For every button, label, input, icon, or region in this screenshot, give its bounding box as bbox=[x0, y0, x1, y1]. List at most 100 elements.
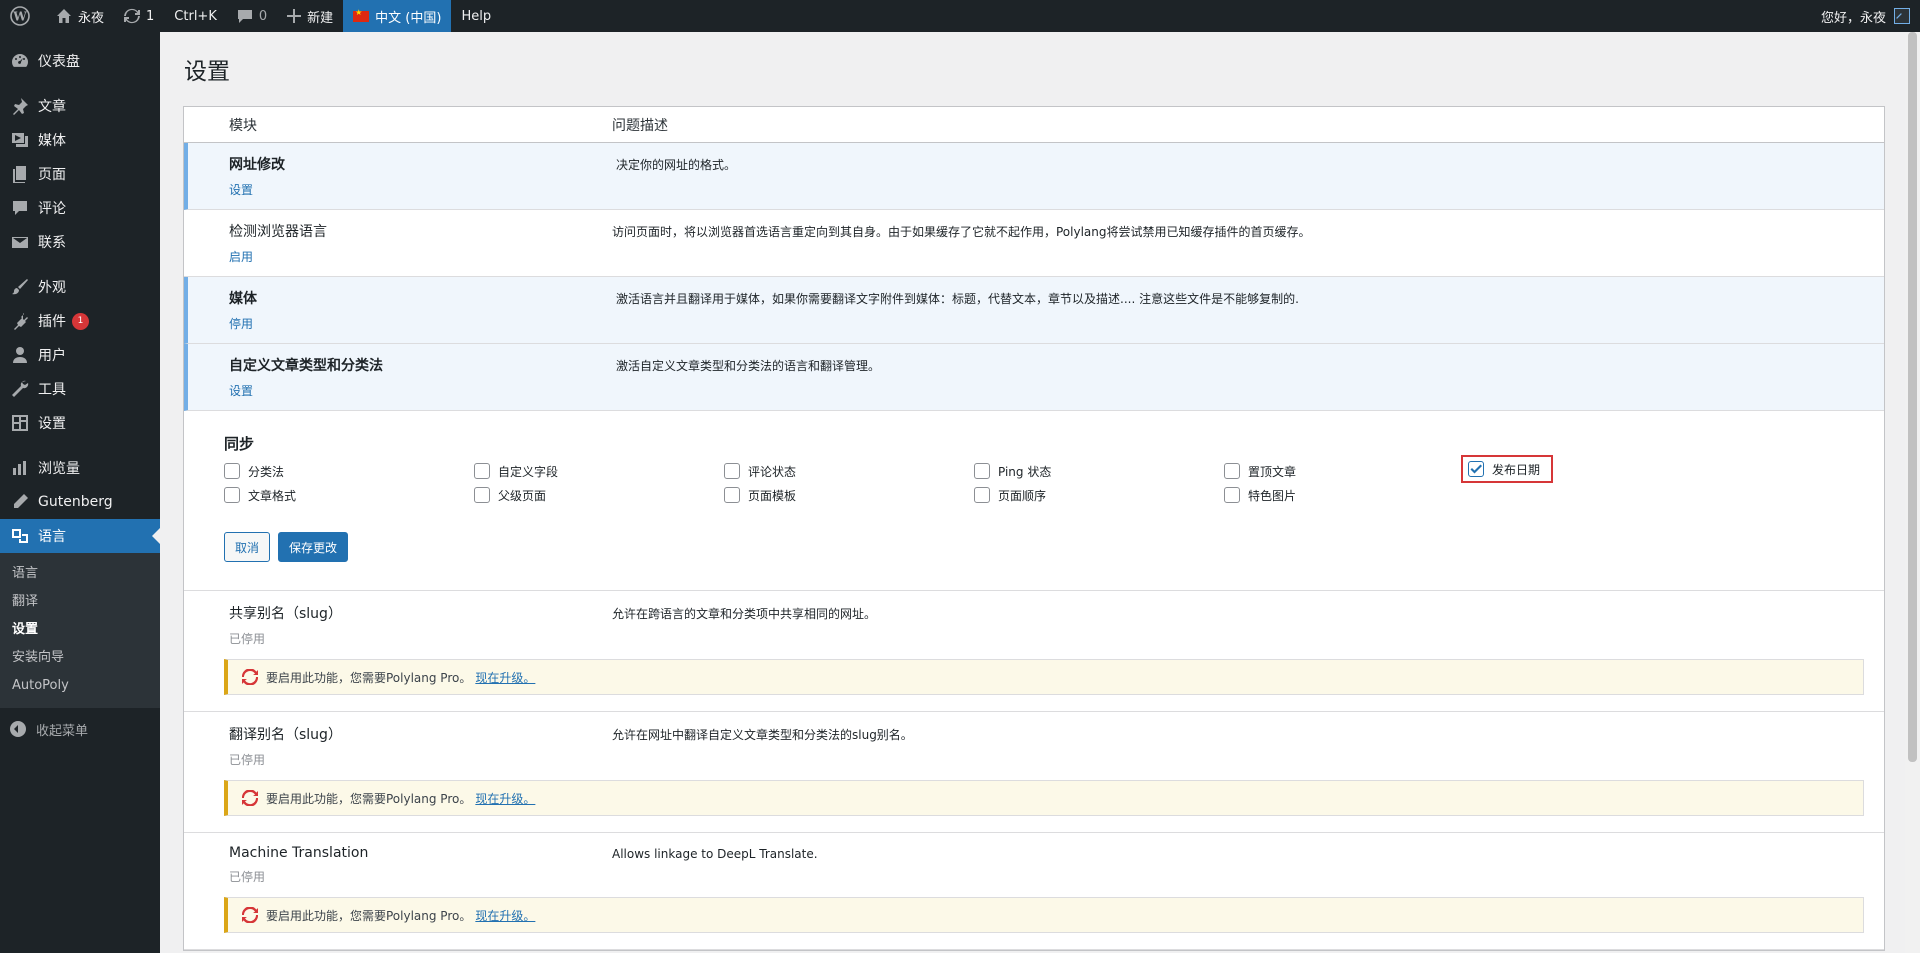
sidebar-item-users[interactable]: 用户 bbox=[0, 338, 160, 372]
module-name: 翻译别名（slug） bbox=[229, 727, 342, 743]
comments-link[interactable]: 0 bbox=[227, 0, 277, 32]
sidebar-item-label: 媒体 bbox=[38, 133, 66, 149]
sidebar-item-posts[interactable]: 文章 bbox=[0, 89, 160, 123]
sync-option-featured-image[interactable]: 特色图片 bbox=[1224, 486, 1468, 504]
greeting: 您好，永夜 bbox=[1820, 10, 1886, 26]
module-deactivate-link[interactable]: 停用 bbox=[229, 315, 616, 332]
sidebar-item-media[interactable]: 媒体 bbox=[0, 123, 160, 157]
checkbox[interactable] bbox=[974, 463, 990, 479]
collapse-menu-button[interactable]: 收起菜单 bbox=[0, 712, 160, 746]
avatar bbox=[1894, 8, 1910, 24]
site-name-link[interactable]: 永夜 bbox=[46, 0, 114, 32]
upgrade-link[interactable]: 现在升级。 bbox=[475, 907, 535, 924]
checkbox[interactable] bbox=[1224, 487, 1240, 503]
column-header-description: 问题描述 bbox=[612, 117, 668, 134]
page-icon bbox=[13, 166, 26, 183]
submenu-settings[interactable]: 设置 bbox=[0, 616, 160, 644]
pro-upgrade-notice: 要启用此功能，您需要Polylang Pro。 现在升级。 bbox=[224, 780, 1864, 816]
command-palette-shortcut[interactable]: Ctrl+K bbox=[164, 0, 227, 32]
admin-sidebar: 仪表盘 文章 媒体 页面 评论 联系 外观 插件 1 用户 工具 设置 浏览量 … bbox=[0, 32, 160, 953]
sidebar-item-contact[interactable]: 联系 bbox=[0, 225, 160, 259]
checkbox-checked[interactable] bbox=[1468, 461, 1484, 477]
module-name: 共享别名（slug） bbox=[229, 606, 342, 622]
sidebar-item-languages[interactable]: 语言 bbox=[0, 519, 160, 553]
module-row-custom-post-types: 自定义文章类型和分类法 设置 激活自定义文章类型和分类法的语言和翻译管理。 bbox=[184, 344, 1884, 411]
checkbox[interactable] bbox=[224, 487, 240, 503]
module-name: 媒体 bbox=[229, 291, 257, 307]
polylang-refresh-icon bbox=[242, 790, 258, 806]
sidebar-item-label: 文章 bbox=[38, 99, 66, 115]
wordpress-logo-icon[interactable]: W bbox=[0, 0, 46, 32]
submenu-languages[interactable]: 语言 bbox=[0, 560, 160, 588]
sidebar-item-settings[interactable]: 设置 bbox=[0, 406, 160, 440]
notice-text: 要启用此功能，您需要Polylang Pro。 bbox=[266, 670, 472, 685]
sidebar-item-tools[interactable]: 工具 bbox=[0, 372, 160, 406]
option-label: 自定义字段 bbox=[498, 464, 559, 479]
language-switcher[interactable]: 中文 (中国) bbox=[343, 0, 452, 32]
polylang-refresh-icon bbox=[242, 907, 258, 923]
checkbox[interactable] bbox=[474, 463, 490, 479]
option-label: 父级页面 bbox=[498, 488, 547, 503]
help-link[interactable]: Help bbox=[451, 0, 501, 32]
collapse-arrow-icon bbox=[10, 721, 26, 737]
sidebar-item-comments[interactable]: 评论 bbox=[0, 191, 160, 225]
sidebar-item-label: 插件 bbox=[38, 314, 66, 330]
sync-title: 同步 bbox=[224, 435, 255, 453]
highlight-box: 发布日期 bbox=[1461, 455, 1553, 483]
sidebar-item-dashboard[interactable]: 仪表盘 bbox=[0, 44, 160, 78]
checkbox[interactable] bbox=[724, 463, 740, 479]
cancel-button[interactable]: 取消 bbox=[224, 532, 271, 562]
module-row-url-modifications: 网址修改 设置 决定你的网址的格式。 bbox=[184, 143, 1884, 210]
sync-option-sticky-posts[interactable]: 置顶文章 bbox=[1224, 462, 1468, 480]
module-row-browser-language: 检测浏览器语言 启用 访问页面时，将以浏览器首选语言重定向到其自身。由于如果缓存… bbox=[184, 210, 1884, 277]
sync-option-ping-status[interactable]: Ping 状态 bbox=[974, 462, 1224, 480]
main-content: 设置 模块 问题描述 网址修改 设置 决定你的网址的格式。 检测浏览器语言 启用… bbox=[160, 32, 1905, 953]
sync-option-page-order[interactable]: 页面顺序 bbox=[974, 486, 1224, 504]
svg-text:W: W bbox=[12, 10, 27, 24]
sync-option-custom-fields[interactable]: 自定义字段 bbox=[474, 462, 724, 480]
module-name: 网址修改 bbox=[229, 157, 285, 173]
sync-option-taxonomies[interactable]: 分类法 bbox=[224, 462, 474, 480]
sync-option-published-date[interactable]: 发布日期 bbox=[1461, 455, 1718, 483]
module-settings-link[interactable]: 设置 bbox=[229, 181, 616, 198]
new-content-link[interactable]: 新建 bbox=[277, 0, 343, 32]
checkbox[interactable] bbox=[224, 463, 240, 479]
column-header-module: 模块 bbox=[229, 117, 257, 134]
sidebar-item-appearance[interactable]: 外观 bbox=[0, 270, 160, 304]
sidebar-item-label: 语言 bbox=[38, 529, 66, 545]
sync-option-comment-status[interactable]: 评论状态 bbox=[724, 462, 974, 480]
upgrade-link[interactable]: 现在升级。 bbox=[475, 669, 535, 686]
submenu-autopoly[interactable]: AutoPoly bbox=[0, 672, 160, 700]
save-changes-button[interactable]: 保存更改 bbox=[278, 532, 349, 562]
module-description: 允许在网址中翻译自定义文章类型和分类法的slug别名。 bbox=[612, 728, 913, 742]
checkbox[interactable] bbox=[474, 487, 490, 503]
sidebar-item-plugins[interactable]: 插件 1 bbox=[0, 304, 160, 338]
module-name: 检测浏览器语言 bbox=[229, 224, 327, 240]
sync-option-page-template[interactable]: 页面模板 bbox=[724, 486, 974, 504]
checkbox[interactable] bbox=[724, 487, 740, 503]
option-label: Ping 状态 bbox=[998, 464, 1052, 479]
checkbox[interactable] bbox=[974, 487, 990, 503]
sidebar-item-views[interactable]: 浏览量 bbox=[0, 451, 160, 485]
upgrade-link[interactable]: 现在升级。 bbox=[475, 790, 535, 807]
module-settings-link[interactable]: 设置 bbox=[229, 382, 616, 399]
sidebar-item-pages[interactable]: 页面 bbox=[0, 157, 160, 191]
sync-option-page-parent[interactable]: 父级页面 bbox=[474, 486, 724, 504]
pro-upgrade-notice: 要启用此功能，您需要Polylang Pro。 现在升级。 bbox=[224, 659, 1864, 695]
page-title: 设置 bbox=[184, 59, 230, 85]
updates-link[interactable]: 1 bbox=[114, 0, 164, 32]
wrench-icon bbox=[12, 380, 29, 397]
page-scrollbar[interactable] bbox=[1905, 32, 1920, 953]
submenu-setup-wizard[interactable]: 安装向导 bbox=[0, 644, 160, 672]
sidebar-item-gutenberg[interactable]: Gutenberg bbox=[0, 485, 160, 519]
module-activate-link[interactable]: 启用 bbox=[229, 248, 612, 265]
collapse-label: 收起菜单 bbox=[36, 723, 89, 739]
checkbox[interactable] bbox=[1224, 463, 1240, 479]
sync-option-post-format[interactable]: 文章格式 bbox=[224, 486, 474, 504]
submenu-translations[interactable]: 翻译 bbox=[0, 588, 160, 616]
option-label: 分类法 bbox=[248, 464, 285, 479]
scrollbar-thumb[interactable] bbox=[1908, 32, 1917, 762]
option-label: 页面模板 bbox=[748, 488, 797, 503]
module-name: 自定义文章类型和分类法 bbox=[229, 358, 383, 374]
user-account-link[interactable]: 您好，永夜 bbox=[1811, 0, 1920, 32]
